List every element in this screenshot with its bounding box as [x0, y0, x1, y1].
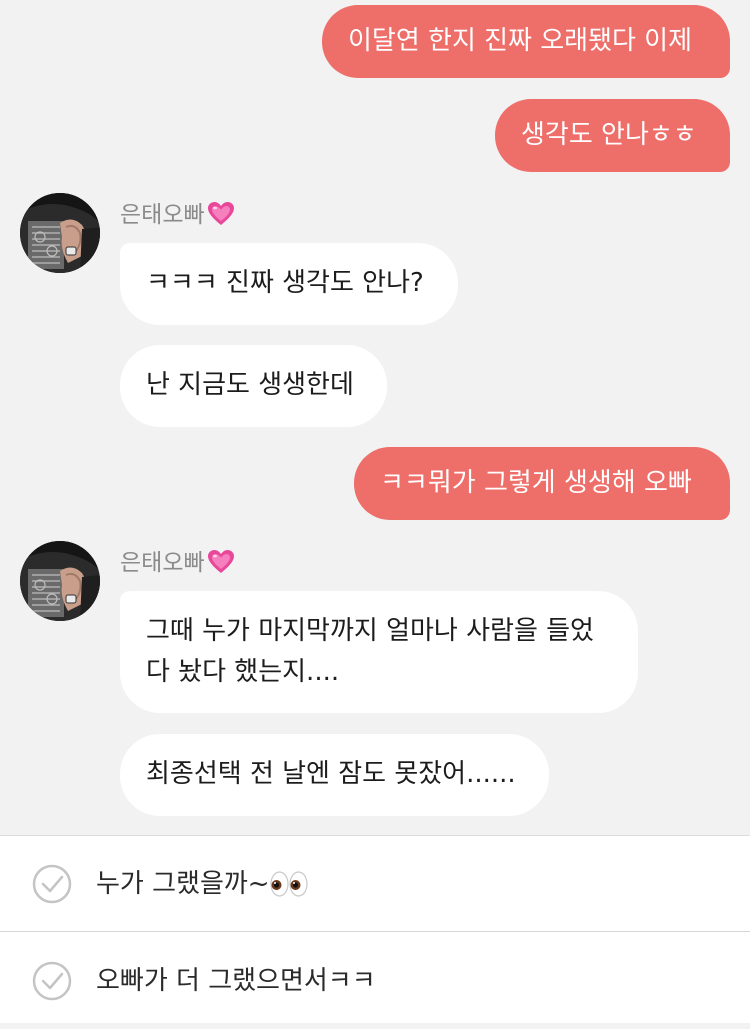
reply-choice-option[interactable]: 누가 그랬을까~ — [0, 836, 750, 932]
reply-choice-label: 오빠가 더 그랬으면서ㅋㅋ — [96, 961, 376, 1001]
message-text: ㅋㅋ뭐가 그렇게 생생해 오빠 — [380, 468, 692, 498]
check-circle-icon — [32, 864, 72, 904]
reply-choice-text: 오빠가 더 그랬으면서ㅋㅋ — [96, 966, 376, 996]
check-circle-icon — [32, 961, 72, 1001]
message-bubble-received: 난 지금도 생생한데 — [120, 345, 387, 427]
chat-area: 이달연 한지 진짜 오래됐다 이제 생각도 안나ㅎㅎ 은태오빠 ㅋㅋㅋ 진짜 생… — [0, 0, 750, 835]
eyes-emoji-icon — [269, 871, 308, 897]
pink-heart-icon — [207, 202, 234, 225]
message-text: ㅋㅋㅋ 진짜 생각도 안나? — [146, 268, 424, 298]
message-text: 그때 누가 마지막까지 얼마나 사람을 들었다 놨다 했는지.... — [146, 616, 594, 687]
avatar[interactable] — [20, 541, 100, 621]
avatar[interactable] — [20, 193, 100, 273]
reply-choices-panel: 누가 그랬을까~ 오빠가 더 그랬으면서ㅋㅋ — [0, 835, 750, 1023]
message-bubble-received: 그때 누가 마지막까지 얼마나 사람을 들었다 놨다 했는지.... — [120, 591, 638, 713]
sender-name: 은태오빠 — [120, 200, 235, 230]
reply-choice-label: 누가 그랬을까~ — [96, 864, 308, 904]
message-bubble-received: 최종선택 전 날엔 잠도 못잤어...... — [120, 734, 549, 816]
avatar-photo-icon — [20, 541, 100, 621]
reply-choice-option[interactable]: 오빠가 더 그랬으면서ㅋㅋ — [0, 933, 750, 1029]
sender-name: 은태오빠 — [120, 548, 235, 578]
sender-name-text: 은태오빠 — [120, 550, 205, 576]
reply-choice-text: 누가 그랬을까~ — [96, 869, 270, 899]
avatar-photo-icon — [20, 193, 100, 273]
message-text: 난 지금도 생생한데 — [146, 370, 354, 400]
pink-heart-icon — [207, 550, 234, 573]
message-text: 이달연 한지 진짜 오래됐다 이제 — [348, 26, 693, 56]
message-text: 생각도 안나ㅎㅎ — [521, 120, 697, 150]
message-text: 최종선택 전 날엔 잠도 못잤어...... — [146, 759, 516, 789]
message-bubble-received: ㅋㅋㅋ 진짜 생각도 안나? — [120, 243, 458, 325]
message-bubble-sent: ㅋㅋ뭐가 그렇게 생생해 오빠 — [354, 447, 730, 520]
message-bubble-sent: 생각도 안나ㅎㅎ — [495, 99, 730, 172]
message-bubble-sent: 이달연 한지 진짜 오래됐다 이제 — [322, 5, 730, 78]
sender-name-text: 은태오빠 — [120, 202, 205, 228]
